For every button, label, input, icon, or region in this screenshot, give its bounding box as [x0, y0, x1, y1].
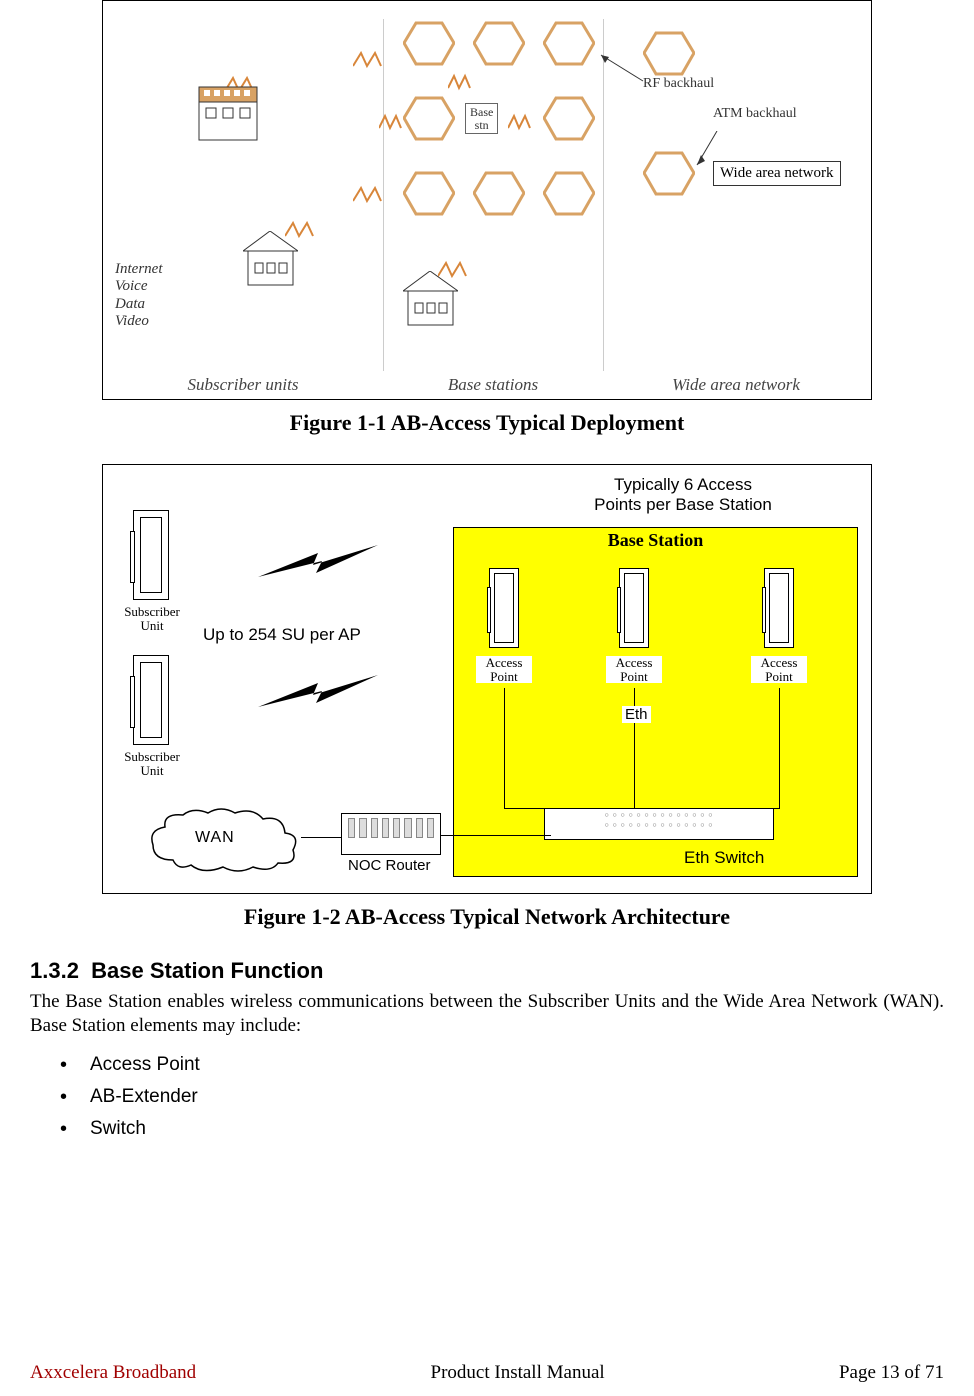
subscriber-unit-icon — [133, 655, 169, 745]
wan-box-label: Wide area network — [713, 161, 841, 186]
base-station-box: Base Station Access Point Access Point A… — [453, 527, 858, 877]
su-label-2: Subscriber Unit — [117, 750, 187, 777]
col-base: Base stations — [383, 375, 603, 395]
col-wan: Wide area network — [603, 375, 869, 395]
footer-company: Axxcelera Broadband — [30, 1362, 196, 1384]
ap-label-3: Access Point — [751, 656, 807, 683]
col-subscriber: Subscriber units — [103, 375, 383, 395]
rf-backhaul-label: RF backhaul — [643, 76, 714, 92]
figure-2-diagram: Typically 6 Access Points per Base Stati… — [102, 464, 872, 894]
figure-1-caption: Figure 1-1 AB-Access Typical Deployment — [102, 410, 872, 436]
section-heading: 1.3.2 Base Station Function — [30, 958, 944, 984]
figure-2-caption: Figure 1-2 AB-Access Typical Network Arc… — [102, 904, 872, 930]
figure-1-diagram: Basestn RF backhaul — [102, 0, 872, 400]
eth-switch-label: Eth Switch — [684, 848, 764, 868]
su-label-1: Subscriber Unit — [117, 605, 187, 632]
bullet-item: Access Point — [60, 1054, 944, 1076]
atm-backhaul-label: ATM backhaul — [713, 106, 797, 122]
access-point-icon — [489, 568, 519, 648]
wan-label: WAN — [195, 829, 235, 847]
access-point-icon — [619, 568, 649, 648]
noc-router-label: NOC Router — [348, 857, 431, 874]
typical-aps-line2: Points per Base Station — [594, 495, 772, 514]
typical-aps-line1: Typically 6 Access — [614, 475, 752, 494]
noc-router-icon — [341, 813, 441, 855]
eth-switch-icon: ○ ○ ○ ○ ○ ○ ○ ○ ○ ○ ○ ○ ○ ○ ○ ○ ○ ○ ○ ○ … — [544, 808, 774, 840]
eth-label: Eth — [622, 706, 651, 723]
base-stn-label: Basestn — [465, 103, 498, 134]
su-per-ap-label: Up to 254 SU per AP — [203, 625, 361, 645]
section-body: The Base Station enables wireless commun… — [30, 990, 944, 1038]
subscriber-unit-icon — [133, 510, 169, 600]
bullet-item: AB-Extender — [60, 1086, 944, 1108]
footer-page: Page 13 of 71 — [839, 1362, 944, 1384]
ap-label-2: Access Point — [606, 656, 662, 683]
page-footer: Axxcelera Broadband Product Install Manu… — [30, 1362, 944, 1384]
base-station-title: Base Station — [454, 528, 857, 553]
services-list: Internet Voice Data Video — [115, 261, 162, 330]
footer-title: Product Install Manual — [431, 1362, 605, 1384]
access-point-icon — [764, 568, 794, 648]
ap-label-1: Access Point — [476, 656, 532, 683]
bullet-list: Access Point AB-Extender Switch — [60, 1054, 944, 1140]
bullet-item: Switch — [60, 1118, 944, 1140]
